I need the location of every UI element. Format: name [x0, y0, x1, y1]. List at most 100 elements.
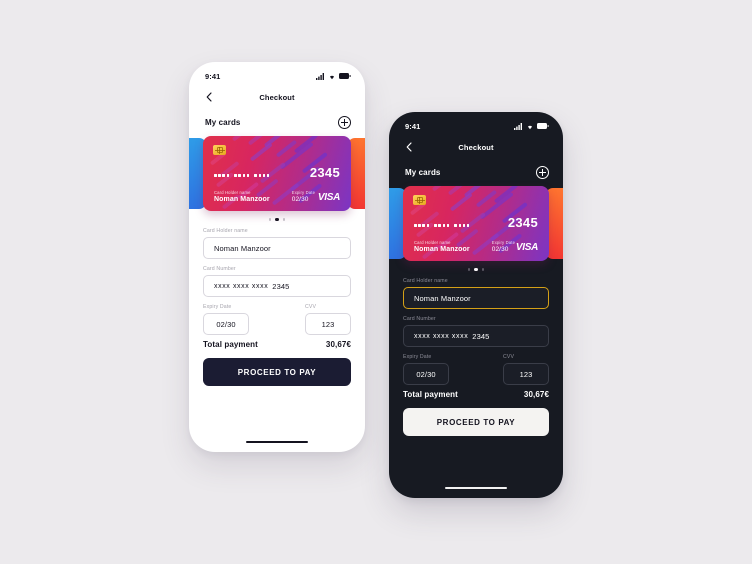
total-payment-label: Total payment — [203, 340, 258, 350]
pagination-dot-active[interactable] — [474, 268, 478, 272]
card-footer: Card Holder name Noman Manzoor Expiry Da… — [414, 240, 538, 254]
status-bar: 9:41 — [389, 112, 563, 134]
card-masked-group — [214, 174, 230, 177]
card-expiry-value: 02/30 — [291, 196, 309, 203]
add-card-button[interactable] — [338, 116, 351, 129]
pagination-dot[interactable] — [467, 268, 471, 271]
expiry-date-label: Expiry Date — [403, 354, 432, 361]
cvv-input[interactable]: 123 — [503, 363, 549, 386]
card-masked-group — [454, 224, 470, 227]
plus-circle-icon — [539, 169, 546, 176]
expiry-cvv-row: Expiry Date 02/30 CVV 123 — [203, 304, 351, 336]
card-number-display: 2345 — [214, 166, 340, 179]
expiry-field-group: Expiry Date 02/30 — [203, 304, 249, 336]
home-indicator — [246, 440, 308, 443]
nav-bar: Checkout — [189, 84, 365, 110]
cvv-field-group: CVV 123 — [305, 304, 351, 336]
status-bar-icons — [316, 72, 351, 80]
proceed-to-pay-button[interactable]: PROCEED TO PAY — [403, 408, 549, 437]
expiry-date-label: Expiry Date — [203, 304, 232, 311]
status-bar-time: 9:41 — [405, 121, 421, 131]
emv-chip-icon — [213, 145, 226, 155]
card-holder-block: Card Holder name Noman Manzoor — [214, 190, 270, 204]
card-holder-field-group: Card Holder name Noman Manzoor — [203, 228, 351, 260]
card-holder-name-label: Card Holder name — [203, 228, 248, 235]
total-payment-row: Total payment 30,67€ — [189, 335, 365, 349]
page-title: Checkout — [259, 92, 295, 102]
card-number-display: 2345 — [414, 216, 538, 229]
expiry-field-group: Expiry Date 02/30 — [403, 354, 449, 386]
card-number-field-group: Card Number xxxx xxxx xxxx 2345 — [403, 316, 549, 348]
battery-icon — [339, 73, 351, 79]
card-expiry-block: Expiry Date 02/30 — [492, 240, 515, 254]
carousel-pagination[interactable] — [189, 213, 365, 228]
card-number-last-four: 2345 — [472, 331, 490, 341]
card-masked-group — [434, 224, 450, 227]
card-holder-block: Card Holder name Noman Manzoor — [414, 240, 470, 254]
card-holder-value: Noman Manzoor — [214, 196, 270, 203]
card-holder-label: Card Holder name — [214, 189, 251, 195]
card-expiry-label: Expiry Date — [291, 189, 316, 195]
card-number-masked: xxxx xxxx xxxx — [414, 332, 469, 340]
plus-circle-icon — [341, 119, 348, 126]
card-number-masked: xxxx xxxx xxxx — [214, 282, 269, 290]
visa-logo: VISA — [317, 192, 340, 203]
section-title: My cards — [205, 118, 241, 127]
carousel-pagination[interactable] — [389, 263, 563, 278]
card-expiry-value: 02/30 — [491, 246, 509, 253]
nav-bar: Checkout — [389, 134, 563, 160]
card-number-input[interactable]: xxxx xxxx xxxx 2345 — [203, 275, 351, 298]
proceed-to-pay-button[interactable]: PROCEED TO PAY — [203, 358, 351, 387]
add-card-button[interactable] — [536, 166, 549, 179]
cvv-field-group: CVV 123 — [503, 354, 549, 386]
cvv-label: CVV — [305, 304, 317, 311]
wifi-icon — [329, 75, 335, 79]
credit-card-active[interactable]: 2345 Card Holder name Noman Manzoor Expi… — [203, 136, 351, 211]
home-indicator — [445, 486, 507, 489]
card-expiry-label: Expiry Date — [491, 239, 516, 245]
card-holder-name-label: Card Holder name — [403, 278, 448, 285]
phone-mockup-dark: 9:41 Checkout My cards 2345 Card Holder … — [389, 112, 563, 498]
total-payment-value: 30,67€ — [523, 390, 549, 400]
card-holder-value: Noman Manzoor — [414, 246, 470, 253]
pagination-dot[interactable] — [282, 218, 286, 221]
card-masked-group — [254, 174, 270, 177]
credit-card-active[interactable]: 2345 Card Holder name Noman Manzoor Expi… — [403, 186, 549, 261]
card-number-input[interactable]: xxxx xxxx xxxx 2345 — [403, 325, 549, 348]
cvv-label: CVV — [503, 354, 515, 361]
status-bar-icons — [514, 122, 549, 130]
payment-form: Card Holder name Noman Manzoor Card Numb… — [189, 228, 365, 336]
cellular-signal-icon — [316, 72, 324, 80]
card-holder-name-input[interactable]: Noman Manzoor — [203, 237, 351, 260]
status-bar-time: 9:41 — [205, 71, 221, 81]
my-cards-header: My cards — [189, 110, 365, 136]
card-carousel[interactable]: 2345 Card Holder name Noman Manzoor Expi… — [389, 186, 563, 261]
cellular-signal-icon — [514, 122, 522, 130]
card-carousel[interactable]: 2345 Card Holder name Noman Manzoor Expi… — [189, 136, 365, 211]
wifi-icon — [527, 125, 533, 129]
total-payment-row: Total payment 30,67€ — [389, 385, 563, 399]
expiry-date-input[interactable]: 02/30 — [203, 313, 249, 336]
expiry-date-input[interactable]: 02/30 — [403, 363, 449, 386]
card-expiry-block: Expiry Date 02/30 — [292, 190, 315, 204]
card-number-label: Card Number — [403, 316, 436, 323]
pagination-dot[interactable] — [268, 218, 272, 221]
emv-chip-icon — [413, 195, 426, 205]
app-screen-light: 9:41 Checkout My cards 2345 Card Holder … — [189, 62, 365, 452]
cvv-input[interactable]: 123 — [305, 313, 351, 336]
page-title: Checkout — [458, 142, 494, 152]
card-footer: Card Holder name Noman Manzoor Expiry Da… — [214, 190, 340, 204]
card-holder-name-input[interactable]: Noman Manzoor — [403, 287, 549, 310]
card-holder-field-group: Card Holder name Noman Manzoor — [403, 278, 549, 310]
pagination-dot-active[interactable] — [275, 218, 279, 222]
pagination-dot[interactable] — [481, 268, 485, 271]
payment-form: Card Holder name Noman Manzoor Card Numb… — [389, 278, 563, 386]
card-holder-label: Card Holder name — [414, 239, 451, 245]
total-payment-value: 30,67€ — [325, 340, 351, 350]
section-title: My cards — [405, 168, 441, 177]
card-masked-group — [414, 224, 430, 227]
card-number-field-group: Card Number xxxx xxxx xxxx 2345 — [203, 266, 351, 298]
visa-logo: VISA — [515, 242, 538, 253]
card-last-four: 2345 — [309, 165, 340, 180]
my-cards-header: My cards — [389, 160, 563, 186]
